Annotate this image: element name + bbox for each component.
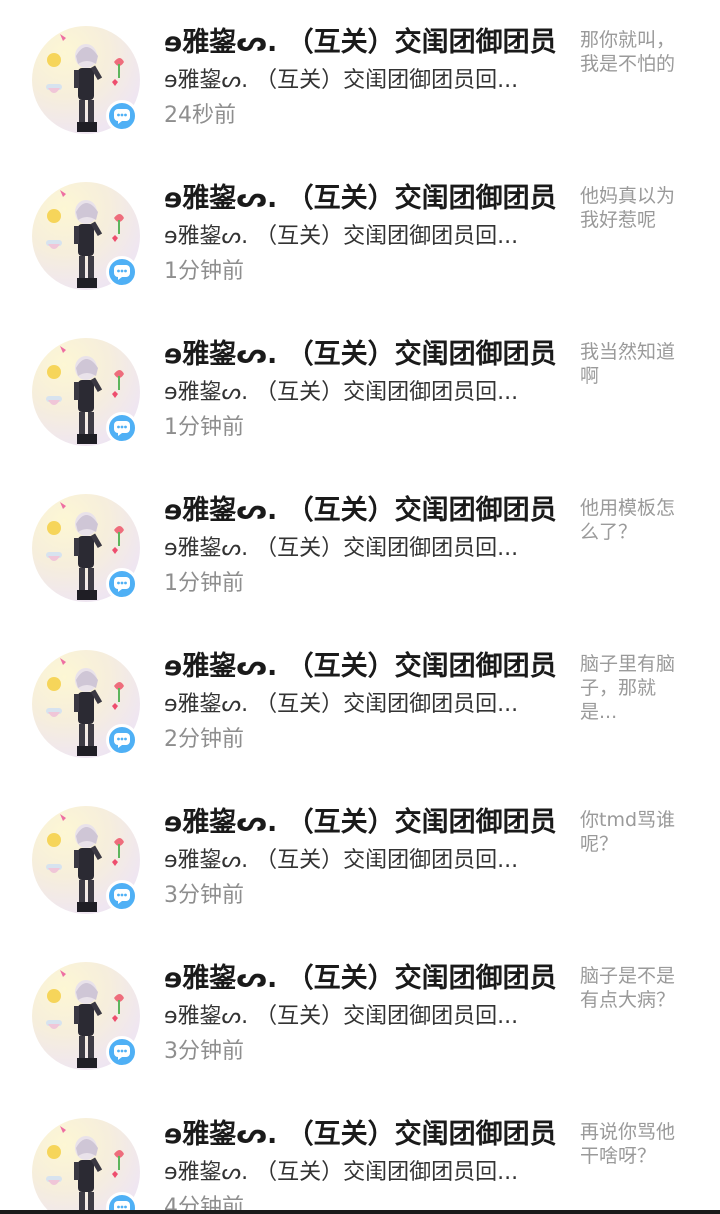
reply-snippet: 我当然知道啊 <box>580 341 676 387</box>
timestamp: 1分钟前 <box>164 259 244 284</box>
message-preview: ɘ雅鋆ᔕ. （互关）交闺团御团员回... <box>164 68 519 93</box>
conversation-row[interactable]: ɘ雅鋆ᔕ. （互关）交闺团御团员 ɘ雅鋆ᔕ. （互关）交闺团御团员回... 3分钟前… <box>0 780 720 936</box>
sender-name: ɘ雅鋆ᔕ. （互关）交闺团御团员 <box>164 27 557 58</box>
message-preview: ɘ雅鋆ᔕ. （互关）交闺团御团员回... <box>164 1004 519 1029</box>
message-preview: ɘ雅鋆ᔕ. （互关）交闺团御团员回... <box>164 848 519 873</box>
chat-bubble-icon <box>106 724 138 756</box>
reply-snippet: 那你就叫，我是不怕的 <box>580 29 676 75</box>
message-list: ɘ雅鋆ᔕ. （互关）交闺团御团员 ɘ雅鋆ᔕ. （互关）交闺团御团员回... 24秒前… <box>0 0 720 1210</box>
message-preview: ɘ雅鋆ᔕ. （互关）交闺团御团员回... <box>164 380 519 405</box>
reply-snippet: 他妈真以为我好惹呢 <box>580 185 676 231</box>
sender-name: ɘ雅鋆ᔕ. （互关）交闺团御团员 <box>164 963 557 994</box>
conversation-row[interactable]: ɘ雅鋆ᔕ. （互关）交闺团御团员 ɘ雅鋆ᔕ. （互关）交闺团御团员回... 24秒前… <box>0 0 720 156</box>
timestamp: 3分钟前 <box>164 1039 244 1064</box>
timestamp: 4分钟前 <box>164 1195 244 1210</box>
sender-name: ɘ雅鋆ᔕ. （互关）交闺团御团员 <box>164 1119 557 1150</box>
timestamp: 2分钟前 <box>164 727 244 752</box>
chat-bubble-icon <box>106 568 138 600</box>
timestamp: 1分钟前 <box>164 571 244 596</box>
reply-snippet: 脑子里有脑子，那就是... <box>580 653 676 723</box>
sender-name: ɘ雅鋆ᔕ. （互关）交闺团御团员 <box>164 495 557 526</box>
chat-bubble-icon <box>106 1192 138 1210</box>
conversation-row[interactable]: ɘ雅鋆ᔕ. （互关）交闺团御团员 ɘ雅鋆ᔕ. （互关）交闺团御团员回... 2分钟前… <box>0 624 720 780</box>
message-preview: ɘ雅鋆ᔕ. （互关）交闺团御团员回... <box>164 224 519 249</box>
chat-bubble-icon <box>106 880 138 912</box>
conversation-row[interactable]: ɘ雅鋆ᔕ. （互关）交闺团御团员 ɘ雅鋆ᔕ. （互关）交闺团御团员回... 3分钟前… <box>0 936 720 1092</box>
reply-snippet: 脑子是不是有点大病？ <box>580 965 676 1011</box>
conversation-row[interactable]: ɘ雅鋆ᔕ. （互关）交闺团御团员 ɘ雅鋆ᔕ. （互关）交闺团御团员回... 1分钟前… <box>0 156 720 312</box>
chat-bubble-icon <box>106 1036 138 1068</box>
chat-bubble-icon <box>106 256 138 288</box>
conversation-row[interactable]: ɘ雅鋆ᔕ. （互关）交闺团御团员 ɘ雅鋆ᔕ. （互关）交闺团御团员回... 1分钟前… <box>0 468 720 624</box>
message-preview: ɘ雅鋆ᔕ. （互关）交闺团御团员回... <box>164 536 519 561</box>
sender-name: ɘ雅鋆ᔕ. （互关）交闺团御团员 <box>164 183 557 214</box>
reply-snippet: 你tmd骂谁呢？ <box>580 809 676 855</box>
conversation-row[interactable]: ɘ雅鋆ᔕ. （互关）交闺团御团员 ɘ雅鋆ᔕ. （互关）交闺团御团员回... 4分钟前… <box>0 1092 720 1210</box>
reply-snippet: 再说你骂他干啥呀？ <box>580 1121 676 1167</box>
message-preview: ɘ雅鋆ᔕ. （互关）交闺团御团员回... <box>164 1160 519 1185</box>
sender-name: ɘ雅鋆ᔕ. （互关）交闺团御团员 <box>164 651 557 682</box>
message-preview: ɘ雅鋆ᔕ. （互关）交闺团御团员回... <box>164 692 519 717</box>
chat-bubble-icon <box>106 100 138 132</box>
timestamp: 3分钟前 <box>164 883 244 908</box>
sender-name: ɘ雅鋆ᔕ. （互关）交闺团御团员 <box>164 339 557 370</box>
sender-name: ɘ雅鋆ᔕ. （互关）交闺团御团员 <box>164 807 557 838</box>
timestamp: 1分钟前 <box>164 415 244 440</box>
chat-bubble-icon <box>106 412 138 444</box>
conversation-row[interactable]: ɘ雅鋆ᔕ. （互关）交闺团御团员 ɘ雅鋆ᔕ. （互关）交闺团御团员回... 1分钟前… <box>0 312 720 468</box>
navigation-bar-edge <box>0 1210 720 1214</box>
timestamp: 24秒前 <box>164 103 236 128</box>
reply-snippet: 他用模板怎么了？ <box>580 497 676 543</box>
